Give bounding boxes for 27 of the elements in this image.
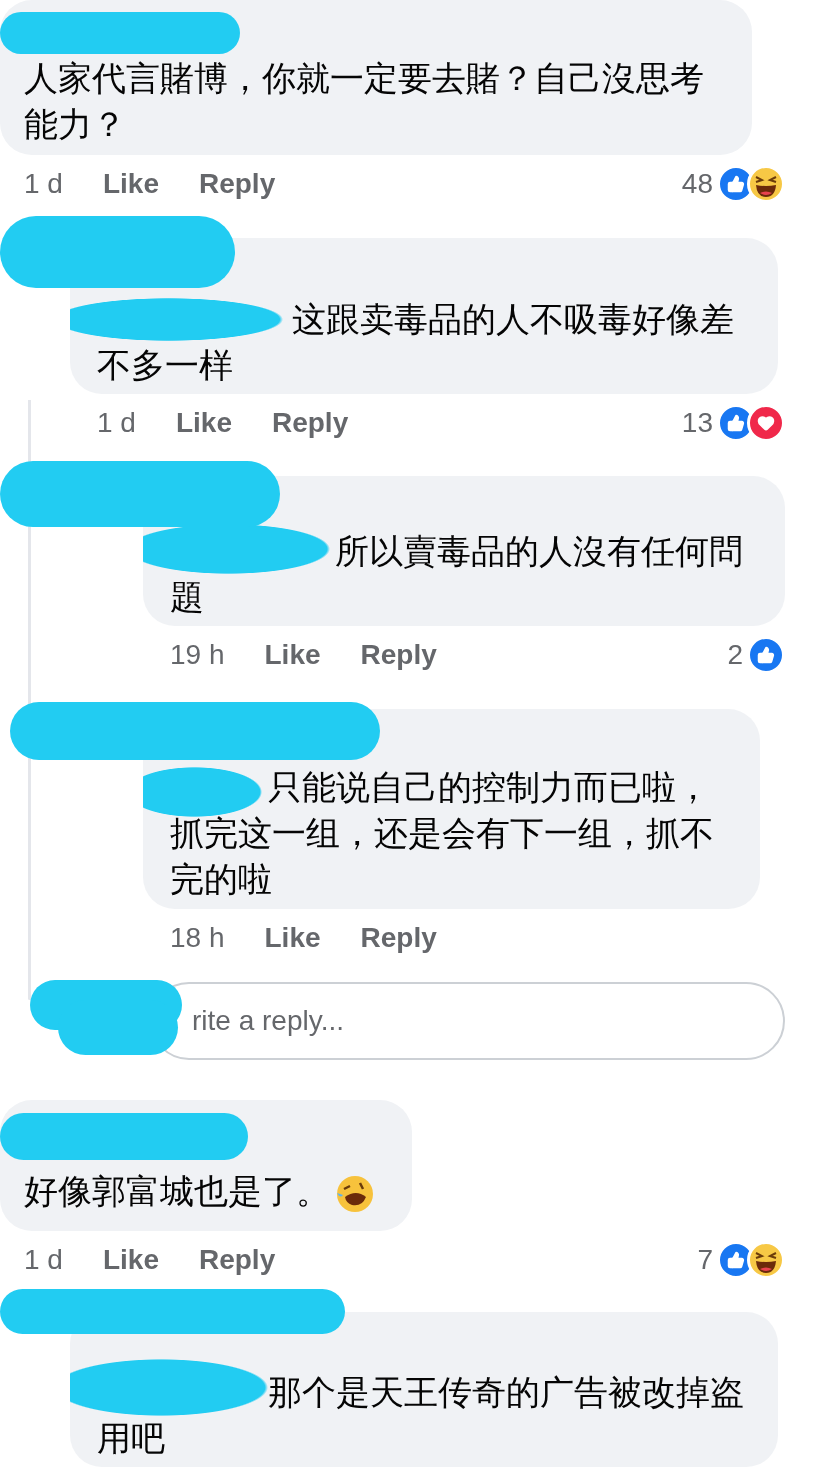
like-link[interactable]: Like	[102, 163, 159, 205]
laughing-face-icon	[747, 1241, 785, 1279]
comment-text: 只能说自己的控制力而已啦，抓完这一组，还是会有下一组，抓不完的啦	[170, 768, 714, 898]
comment-time: 1 d	[24, 167, 63, 201]
comment-text: 这跟卖毒品的人不吸毒好像差不多一样	[97, 300, 734, 384]
laughing-face-icon	[747, 165, 785, 203]
comment-text: 好像郭富城也是了。	[24, 1172, 330, 1210]
comment-time: 19 h	[170, 638, 225, 672]
reply-link[interactable]: Reply	[360, 634, 437, 676]
like-link[interactable]: Like	[175, 402, 232, 444]
comment-time: 1 d	[24, 1243, 63, 1277]
like-link[interactable]: Like	[264, 634, 321, 676]
comment-text: 所以賣毒品的人沒有任何問題	[170, 532, 743, 616]
comment-text: 那个是天王传奇的广告被改掉盗用吧	[97, 1373, 744, 1457]
reaction-count: 2	[727, 638, 743, 672]
reply-link[interactable]: Reply	[198, 163, 276, 205]
reply-link[interactable]: Reply	[198, 1239, 276, 1281]
comment-text: 人家代言賭博，你就一定要去賭？自己沒思考能力？	[24, 59, 704, 143]
reply-link[interactable]: Reply	[360, 917, 437, 959]
reaction-count: 7	[697, 1243, 713, 1277]
reply-link[interactable]: Reply	[271, 402, 349, 444]
like-link[interactable]: Like	[264, 917, 321, 959]
comment-time: 1 d	[97, 406, 136, 440]
comment-time: 18 h	[170, 921, 225, 955]
reaction-count: 13	[681, 406, 713, 440]
reaction-count: 48	[681, 167, 713, 201]
like-link[interactable]: Like	[102, 1239, 159, 1281]
